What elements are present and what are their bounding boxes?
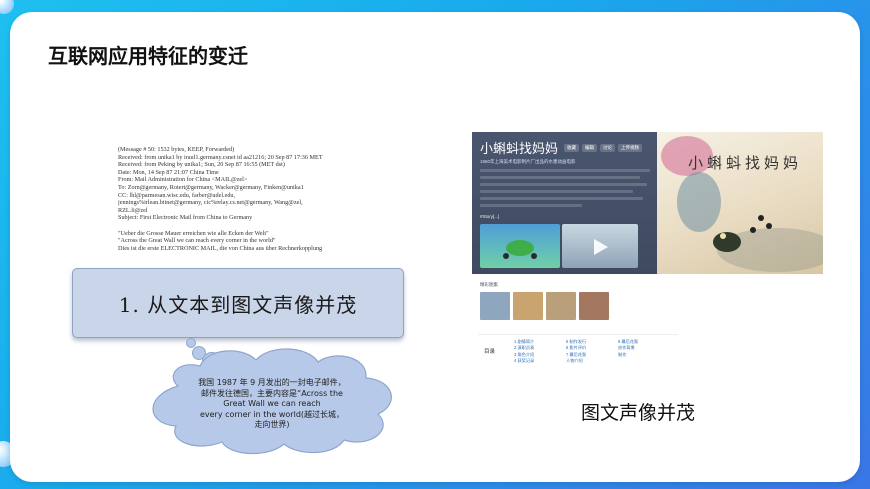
webpage-tag: #Story[...] [480,214,500,219]
toc-column: 8 幕后花絮 创作背景 制作 [618,339,638,358]
gallery-tab: 精彩图集 [480,282,498,287]
webpage-info-panel: 小蝌蚪找妈妈 收藏 编辑 讨论 上传视频 1960年上海美术电影制片厂出品的水墨… [472,132,657,274]
video-thumbnail [562,224,638,268]
email-line: Date: Mon, 14 Sep 87 21:07 China Time [118,168,219,176]
gallery-thumb [579,292,609,320]
cloud-note-line: Great Wall we can reach [223,399,321,409]
email-scan-image: (Message # 50: 1532 bytes, KEEP, Forward… [118,146,362,272]
cloud-note-line: 我国 1987 年 9 月发出的一封电子邮件， [198,378,346,387]
email-line: CC: lhl@parmesan.wisc.edu, farber@udel.e… [118,191,236,199]
gallery-thumb [513,292,543,320]
gallery-thumbnails [480,292,609,320]
callout-title-box: 1. 从文本到图文声像并茂 [72,268,404,338]
slide-title: 互联网应用特征的变迁 [48,44,248,68]
toc-label: 目录 [484,349,496,355]
cloud-note-line: 走向世界) [254,420,290,430]
webpage-toc: 目录 1 剧情简介 2 演职员表 3 角色介绍 4 获奖记录 5 制作发行 6 … [478,334,678,379]
email-line: Received: from Peking by unika1; Sun, 20… [118,161,285,169]
email-line: RZL.li@zel [118,206,148,214]
toc-column: 1 剧情简介 2 演职员表 3 角色介绍 4 获奖记录 [514,339,534,365]
email-line: jennings%irlean.bitnet@germany, cic%rela… [118,199,303,207]
painting-title: 小蝌蚪找妈妈 [688,154,803,172]
webpage-action: 上传视频 [618,144,642,152]
email-line [118,222,362,230]
webpage-screenshot: 小蝌蚪找妈妈 收藏 编辑 讨论 上传视频 1960年上海美术电影制片厂出品的水墨… [472,132,823,274]
webpage-subtitle: 1960年上海美术电影制片厂出品的水墨动画电影 [480,159,576,164]
webpage-actions: 收藏 编辑 讨论 上传视频 [564,144,642,152]
email-line: To: Zorn@germany, Rotert@germany, Wacker… [118,183,304,191]
toc-column: 5 制作发行 6 影片评价 7 幕后花絮 人物介绍 [566,339,586,365]
decorative-sphere-top [0,0,14,14]
webpage-title: 小蝌蚪找妈妈 [480,142,559,157]
webpage-caption: 图文声像并茂 [581,402,696,424]
email-line: (Message # 50: 1532 bytes, KEEP, Forward… [118,146,235,153]
toc-item: 人物介绍 [566,358,583,364]
gallery-thumb [546,292,576,320]
webpage-description [480,169,650,211]
email-line: "Across the Great Wall we can reach ever… [118,237,276,245]
play-icon [503,240,537,259]
play-icon [594,239,608,255]
toc-item: 制作 [618,351,627,357]
email-line: From: Mail Administration for China <MAI… [118,176,248,184]
callout-title: 1. 从文本到图文声像并茂 [118,292,358,317]
cloud-note: 我国 1987 年 9 月发出的一封电子邮件， 邮件发往德国，主要内容是“Acr… [166,378,378,431]
toc-item: 4 获奖记录 [514,358,535,364]
email-line: "Ueber die Grosse Mauer erreichen wie al… [118,229,269,237]
email-line: Subject: First Electronic Mail from Chin… [118,214,253,222]
webpage-action: 收藏 [564,144,579,152]
video-thumbnail [480,224,560,268]
webpage-action: 讨论 [600,144,615,152]
gallery-thumb [480,292,510,320]
toc-item: 6 影片评价 [566,345,587,351]
toc-item: 2 演职员表 [514,345,535,351]
email-line: Dies ist die erste ELECTRONIC MAIL, die … [118,244,323,252]
webpage-action: 编辑 [582,144,597,152]
cloud-note-line: 邮件发往德国，主要内容是“Across the [201,388,343,398]
email-line: Received: from unika1 by iraul1.germany.… [118,153,323,161]
cloud-note-line: every corner in the world(越过长城， [199,409,345,419]
